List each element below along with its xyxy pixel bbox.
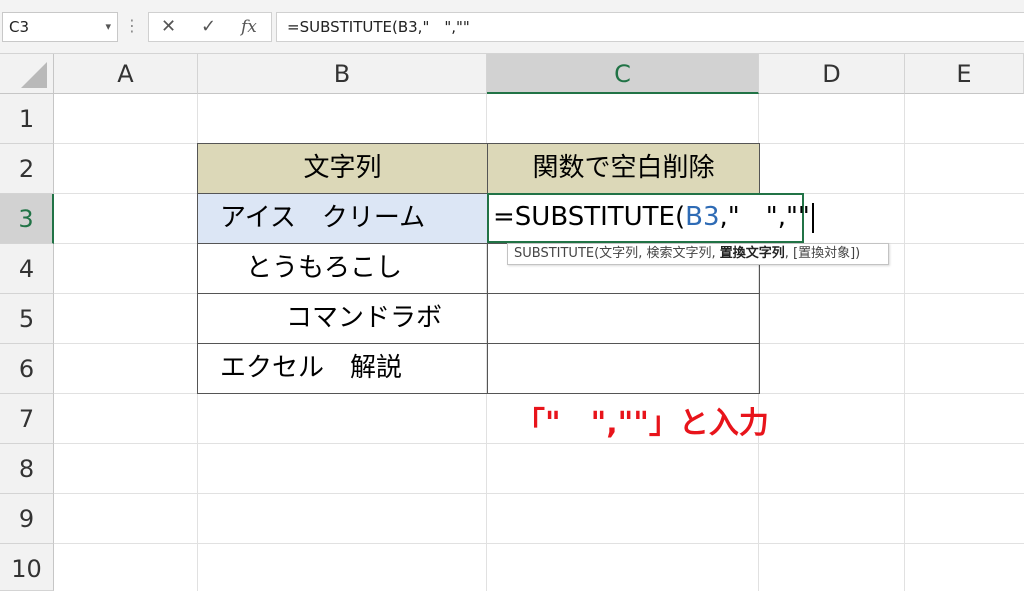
text-caret [811, 202, 814, 233]
column-header-a[interactable]: A [54, 54, 198, 94]
cell-b2[interactable]: 文字列 [197, 143, 488, 194]
tooltip-sep: , [711, 246, 720, 261]
name-box-value: C3 [9, 18, 30, 36]
insert-function-icon[interactable]: fx [241, 15, 257, 39]
cell-b5[interactable]: コマンドラボ [197, 293, 488, 344]
tooltip-arg3-current: 置換文字列 [719, 246, 785, 261]
row-header-4[interactable]: 4 [0, 244, 54, 294]
column-header-c[interactable]: C [487, 54, 759, 94]
row-header-2[interactable]: 2 [0, 144, 54, 194]
formula-reference: B3 [685, 202, 720, 232]
drag-handle-icon[interactable]: ⋮ [124, 16, 140, 36]
row-header-9[interactable]: 9 [0, 494, 54, 544]
annotation-note: 「" ",""」と入力 [515, 406, 769, 441]
formula-buttons: ✕ ✓ fx [148, 12, 272, 42]
cell-c3-editor[interactable]: =SUBSTITUTE(B3," ","" [487, 193, 814, 243]
chevron-down-icon[interactable]: ▾ [105, 13, 111, 41]
column-header-b[interactable]: B [198, 54, 487, 94]
select-all-icon [21, 62, 47, 88]
cell-c5[interactable] [487, 293, 760, 344]
name-box[interactable]: C3 ▾ [2, 12, 118, 42]
cell-b6[interactable]: エクセル 解説 [197, 343, 488, 394]
cell-c6[interactable] [487, 343, 760, 394]
gridline [54, 543, 1024, 544]
column-header-d[interactable]: D [759, 54, 905, 94]
tooltip-sep: , [784, 246, 794, 261]
function-tooltip: SUBSTITUTE(文字列, 検索文字列, 置換文字列, [置換対象]) [507, 243, 889, 265]
row-header-5[interactable]: 5 [0, 294, 54, 344]
column-header-e[interactable]: E [905, 54, 1024, 94]
tooltip-arg4: [置換対象] [793, 246, 856, 261]
tooltip-function[interactable]: SUBSTITUTE( [514, 246, 599, 261]
row-header-7[interactable]: 7 [0, 394, 54, 444]
row-header-6[interactable]: 6 [0, 344, 54, 394]
enter-icon[interactable]: ✓ [201, 15, 216, 39]
tooltip-arg2: 検索文字列 [646, 246, 712, 261]
row-header-3[interactable]: 3 [0, 194, 54, 244]
formula-suffix: ," ","" [719, 202, 810, 232]
row-header-8[interactable]: 8 [0, 444, 54, 494]
formula-input[interactable]: =SUBSTITUTE(B3," ","" [276, 12, 1024, 42]
gridline [54, 493, 1024, 494]
cell-b4[interactable]: とうもろこし [197, 243, 488, 294]
formula-bar: C3 ▾ ⋮ ✕ ✓ fx =SUBSTITUTE(B3," ","" [0, 0, 1024, 54]
cancel-icon[interactable]: ✕ [161, 15, 176, 39]
row-header-1[interactable]: 1 [0, 94, 54, 144]
formula-prefix: =SUBSTITUTE( [493, 202, 686, 232]
select-all-button[interactable] [0, 54, 54, 94]
cell-c2[interactable]: 関数で空白削除 [487, 143, 760, 194]
cell-b3[interactable]: アイス クリーム [197, 193, 488, 244]
tooltip-arg1: 文字列 [599, 246, 639, 261]
row-header-10[interactable]: 10 [0, 544, 54, 591]
tooltip-close-paren: ) [855, 246, 861, 261]
